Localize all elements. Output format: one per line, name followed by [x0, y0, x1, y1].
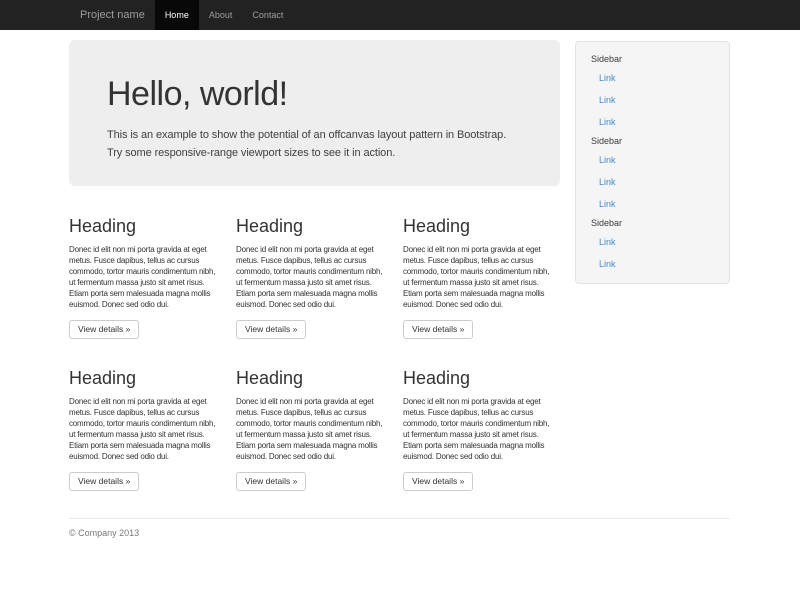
card: Heading Donec id elit non mi porta gravi…: [403, 216, 570, 339]
view-details-button[interactable]: View details »: [403, 320, 473, 339]
sidebar-link[interactable]: Link: [576, 149, 729, 171]
copyright-text: © Company 2013: [69, 528, 730, 538]
main-container: Hello, world! This is an example to show…: [69, 30, 730, 600]
card-heading: Heading: [69, 368, 220, 389]
card-heading: Heading: [236, 368, 387, 389]
card-body: Donec id elit non mi porta gravida at eg…: [236, 244, 387, 310]
footer: © Company 2013: [69, 518, 730, 538]
page-title: Hello, world!: [107, 76, 522, 113]
jumbotron-description: This is an example to show the potential…: [107, 126, 522, 162]
footer-divider: [69, 518, 730, 519]
sidebar-link[interactable]: Link: [576, 193, 729, 215]
card-body: Donec id elit non mi porta gravida at eg…: [69, 396, 220, 462]
sidebar-group-header: Sidebar: [576, 51, 729, 67]
nav-item-home[interactable]: Home: [155, 0, 199, 30]
card-heading: Heading: [236, 216, 387, 237]
sidebar-link[interactable]: Link: [576, 89, 729, 111]
card-body: Donec id elit non mi porta gravida at eg…: [69, 244, 220, 310]
sidebar-link[interactable]: Link: [576, 111, 729, 133]
navbar-nav: Home About Contact: [155, 0, 294, 30]
sidebar-group-header: Sidebar: [576, 215, 729, 231]
card-heading: Heading: [403, 216, 554, 237]
nav-item-about[interactable]: About: [199, 0, 243, 30]
card-body: Donec id elit non mi porta gravida at eg…: [236, 396, 387, 462]
sidebar-link[interactable]: Link: [576, 231, 729, 253]
view-details-button[interactable]: View details »: [236, 472, 306, 491]
sidebar-link[interactable]: Link: [576, 67, 729, 89]
card: Heading Donec id elit non mi porta gravi…: [236, 216, 403, 339]
view-details-button[interactable]: View details »: [236, 320, 306, 339]
view-details-button[interactable]: View details »: [403, 472, 473, 491]
card-heading: Heading: [69, 216, 220, 237]
card-heading: Heading: [403, 368, 554, 389]
sidebar-group-header: Sidebar: [576, 133, 729, 149]
cards-row-1: Heading Donec id elit non mi porta gravi…: [69, 216, 579, 339]
card: Heading Donec id elit non mi porta gravi…: [236, 368, 403, 491]
cards-row-2: Heading Donec id elit non mi porta gravi…: [69, 368, 579, 491]
card: Heading Donec id elit non mi porta gravi…: [403, 368, 570, 491]
sidebar-link[interactable]: Link: [576, 171, 729, 193]
navbar: Project name Home About Contact: [0, 0, 800, 30]
sidebar-link[interactable]: Link: [576, 253, 729, 275]
nav-item-contact[interactable]: Contact: [242, 0, 293, 30]
view-details-button[interactable]: View details »: [69, 472, 139, 491]
view-details-button[interactable]: View details »: [69, 320, 139, 339]
card: Heading Donec id elit non mi porta gravi…: [69, 368, 236, 491]
card: Heading Donec id elit non mi porta gravi…: [69, 216, 236, 339]
card-body: Donec id elit non mi porta gravida at eg…: [403, 396, 554, 462]
jumbotron: Hello, world! This is an example to show…: [69, 40, 560, 186]
navbar-brand[interactable]: Project name: [69, 0, 155, 30]
sidebar: Sidebar Link Link Link Sidebar Link Link…: [575, 41, 730, 284]
card-body: Donec id elit non mi porta gravida at eg…: [403, 244, 554, 310]
